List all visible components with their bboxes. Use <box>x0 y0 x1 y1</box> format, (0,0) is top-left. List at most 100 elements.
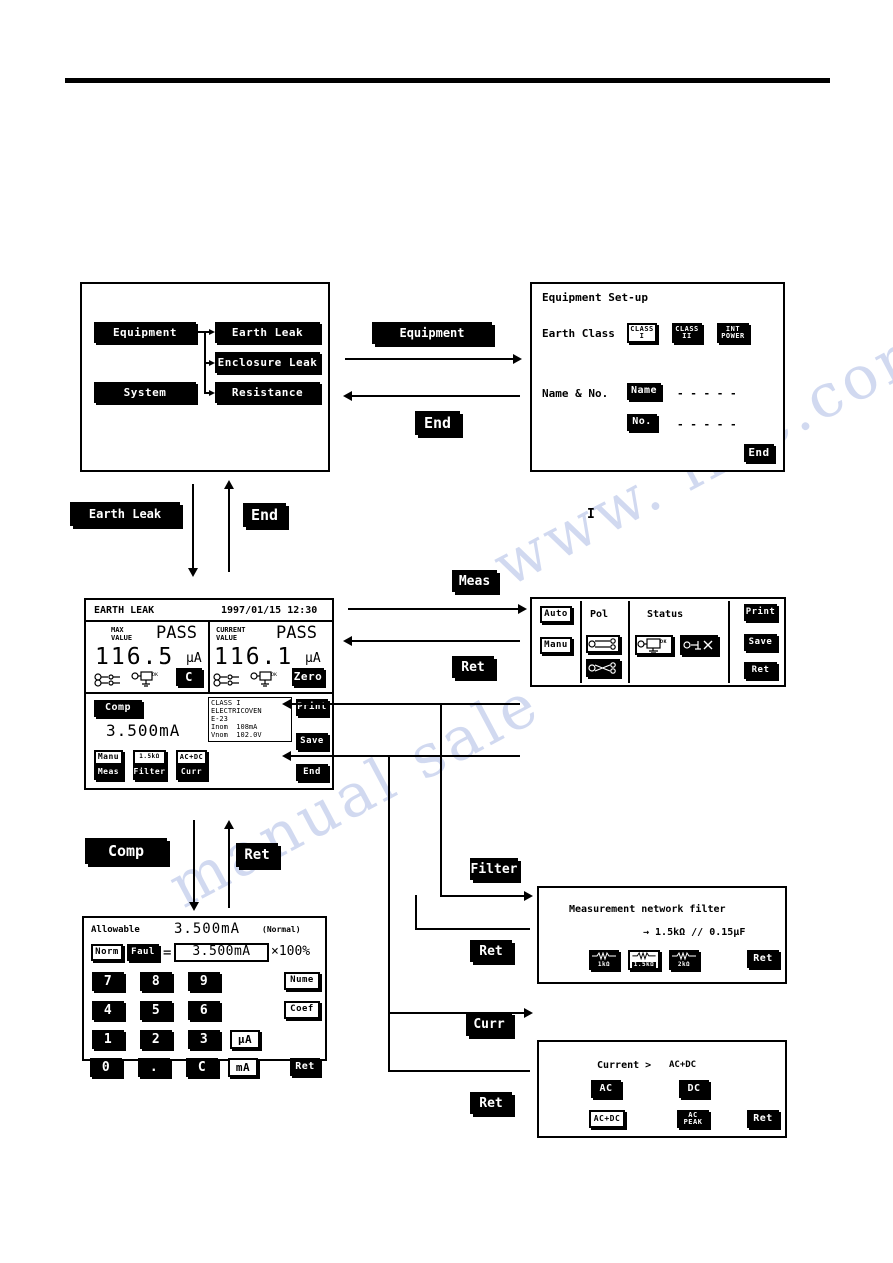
keypad-button-7[interactable]: 7 <box>92 972 124 991</box>
polarity-reverse-icon[interactable] <box>586 659 620 677</box>
filter-option-2kohm[interactable]: 2kΩ <box>669 950 699 970</box>
earth-leak-vertical-divider <box>208 620 210 692</box>
arrow-status-to-meas-head <box>343 636 352 646</box>
nav-button-equipment[interactable]: Equipment <box>372 322 492 344</box>
keypad-button-1[interactable]: 1 <box>92 1030 124 1049</box>
faul-button[interactable]: Faul <box>127 944 159 961</box>
filter-ret-button[interactable]: Ret <box>747 950 779 968</box>
filter-option-1p5kohm[interactable]: 1.5kΩ <box>628 950 660 970</box>
current-value-zero-button[interactable]: Zero <box>292 668 324 686</box>
filter-button[interactable]: Filter <box>133 765 166 780</box>
unit-button-microamp[interactable]: μA <box>230 1030 260 1049</box>
entry-value-text: 3.500mA <box>192 944 251 960</box>
status-earth-fault-icon[interactable] <box>680 635 718 655</box>
manu-mode-button[interactable]: Manu <box>94 750 123 765</box>
menu-button-earth-leak[interactable]: Earth Leak <box>215 322 320 343</box>
filter-title: Measurement network filter <box>569 904 726 915</box>
current-option-ac[interactable]: AC <box>591 1080 621 1098</box>
keypad-button-2[interactable]: 2 <box>140 1030 172 1049</box>
print-button[interactable]: Print <box>296 699 328 716</box>
page-header-rule <box>65 78 830 83</box>
info-line-inom: Inom 108mA <box>211 723 258 732</box>
filter-value-indicator[interactable]: 1.5kΩ <box>133 750 166 765</box>
keypad-button-dot[interactable]: . <box>138 1058 170 1077</box>
current-mode-indicator[interactable]: AC+DC <box>176 750 207 765</box>
info-line-vnom: Vnom 102.0V <box>211 731 262 740</box>
nav-button-ret-curr[interactable]: Ret <box>470 1092 512 1114</box>
auto-mode-button[interactable]: Auto <box>540 606 572 623</box>
equipment-setup-end-button[interactable]: End <box>744 444 774 462</box>
menu-button-resistance[interactable]: Resistance <box>215 382 320 403</box>
earth-class-button-class-1[interactable]: CLASS I <box>627 323 657 343</box>
status-divider-1 <box>580 601 582 683</box>
filter-option-label: 2kΩ <box>677 960 691 968</box>
keypad-button-6[interactable]: 6 <box>188 1001 220 1020</box>
menu-button-enclosure-leak[interactable]: Enclosure Leak <box>215 352 320 373</box>
curr-button[interactable]: Curr <box>176 765 207 780</box>
nav-button-filter[interactable]: Filter <box>470 858 518 880</box>
coef-button[interactable]: Coef <box>284 1001 320 1019</box>
keypad-button-8[interactable]: 8 <box>140 972 172 991</box>
keypad-button-clear[interactable]: C <box>186 1058 218 1077</box>
status-divider-3 <box>728 601 730 683</box>
flow-marker-i: I <box>587 507 595 522</box>
print-button[interactable]: Print <box>744 604 777 621</box>
entry-value-field[interactable]: 3.500mA <box>174 943 269 962</box>
keypad-button-4[interactable]: 4 <box>92 1001 124 1020</box>
earth-ok-circuit-icon: OK <box>131 670 161 692</box>
pol-label: Pol <box>590 609 609 620</box>
current-option-ac-peak[interactable]: AC PEAK <box>677 1110 709 1128</box>
nav-button-comp[interactable]: Comp <box>85 838 167 864</box>
meas-button[interactable]: Meas <box>94 765 123 780</box>
arrow-menu-to-setup-head <box>513 354 522 364</box>
save-button[interactable]: Save <box>744 634 777 651</box>
nav-button-ret-filter[interactable]: Ret <box>470 940 512 962</box>
keypad-button-3[interactable]: 3 <box>188 1030 220 1049</box>
comp-ret-button[interactable]: Ret <box>290 1058 320 1076</box>
nav-button-end-measure[interactable]: End <box>243 503 286 527</box>
earth-class-button-class-2[interactable]: CLASS II <box>672 323 702 343</box>
keypad-button-0[interactable]: 0 <box>90 1058 122 1077</box>
arrow-menu-to-meas-head <box>188 568 198 577</box>
current-option-acdc[interactable]: AC+DC <box>589 1110 625 1128</box>
max-value-clear-button[interactable]: C <box>176 668 202 686</box>
nav-button-curr[interactable]: Curr <box>466 1012 512 1036</box>
nav-button-meas[interactable]: Meas <box>452 570 497 592</box>
unit-button-milliamp[interactable]: mA <box>228 1058 258 1077</box>
comp-screen-panel: Allowable 3.500mA (Normal) Norm Faul = 3… <box>82 916 327 1061</box>
menu-button-equipment[interactable]: Equipment <box>94 322 196 343</box>
polarity-normal-icon[interactable] <box>586 635 620 653</box>
return-arrow-curr-to-meas <box>282 751 291 761</box>
earth-class-button-int-power[interactable]: INT POWER <box>717 323 749 343</box>
no-button[interactable]: No. <box>627 414 657 431</box>
arrow-curr-to-meas-line <box>388 1070 530 1072</box>
save-button[interactable]: Save <box>296 733 328 750</box>
name-button[interactable]: Name <box>627 383 661 400</box>
manu-mode-button[interactable]: Manu <box>540 637 572 654</box>
norm-button[interactable]: Norm <box>91 944 123 961</box>
comp-value: 3.500mA <box>106 721 181 740</box>
keypad-button-5[interactable]: 5 <box>140 1001 172 1020</box>
nav-button-ret-comp[interactable]: Ret <box>236 843 278 867</box>
comp-button[interactable]: Comp <box>94 700 142 717</box>
keypad-button-9[interactable]: 9 <box>188 972 220 991</box>
drop-line-curr <box>388 755 390 1070</box>
filter-option-1kohm[interactable]: 1kΩ <box>589 950 619 970</box>
nav-button-ret-status[interactable]: Ret <box>452 656 494 678</box>
nume-button[interactable]: Nume <box>284 972 320 990</box>
arrow-meas-to-filter-head <box>524 891 533 901</box>
end-button[interactable]: End <box>296 764 328 781</box>
allowable-value: 3.500mA <box>174 921 241 937</box>
current-option-dc[interactable]: DC <box>679 1080 709 1098</box>
current-ret-button[interactable]: Ret <box>747 1110 779 1128</box>
filter-option-label: 1kΩ <box>597 960 611 968</box>
menu-button-system[interactable]: System <box>94 382 196 403</box>
status-earth-ok-icon[interactable]: OK <box>635 635 673 655</box>
arrow-filter-return-drop <box>415 895 417 929</box>
menu-connector-arrow-3 <box>209 390 215 396</box>
ret-button[interactable]: Ret <box>744 662 777 679</box>
nav-button-end-setup[interactable]: End <box>415 411 460 435</box>
allowable-mode: (Normal) <box>262 925 301 934</box>
nav-button-earth-leak[interactable]: Earth Leak <box>70 502 180 526</box>
current-value-label: CURRENT VALUE <box>216 626 246 643</box>
